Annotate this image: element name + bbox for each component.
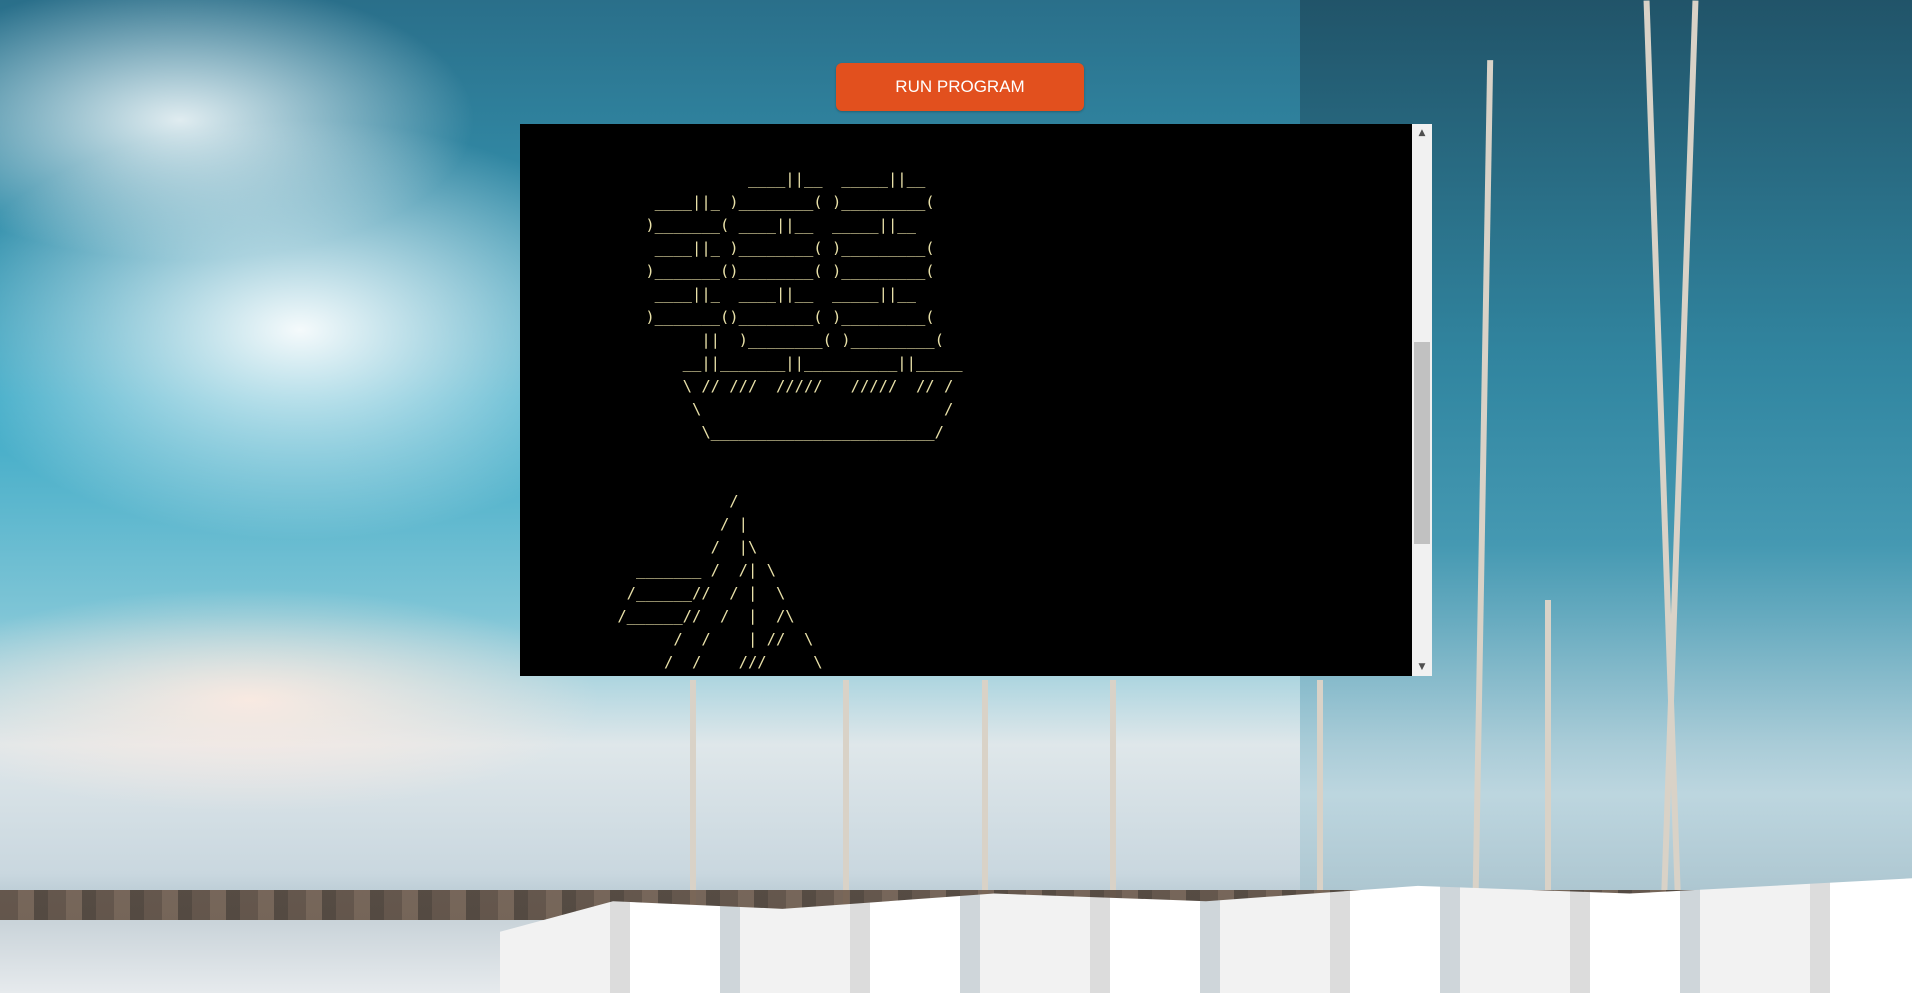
boat-mast	[690, 680, 696, 920]
terminal-output: ____||__ _____||__ ____||_ )________( )_…	[617, 170, 963, 671]
scroll-down-icon[interactable]: ▼	[1412, 658, 1432, 676]
terminal-window[interactable]: ____||__ _____||__ ____||_ )________( )_…	[520, 124, 1412, 676]
scroll-up-icon[interactable]: ▲	[1412, 124, 1432, 142]
boat-mast	[1545, 600, 1551, 930]
run-program-button[interactable]: RUN PROGRAM	[836, 63, 1084, 111]
scroll-thumb[interactable]	[1414, 342, 1430, 544]
terminal-scrollbar[interactable]: ▲ ▼	[1412, 124, 1432, 676]
